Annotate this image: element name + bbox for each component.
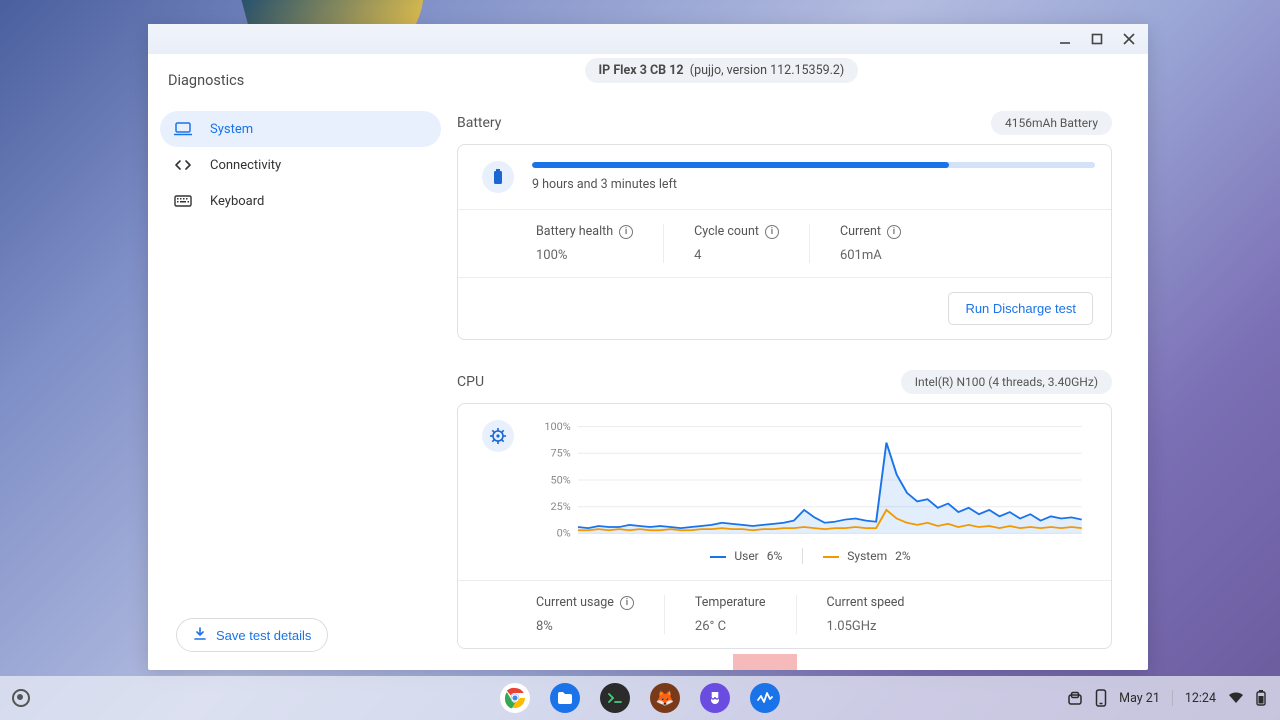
battery-icon: [482, 161, 514, 193]
svg-text:25%: 25%: [551, 501, 572, 513]
svg-text:100%: 100%: [544, 420, 571, 432]
cpu-usage-label: Current usage: [536, 595, 614, 610]
shelf-status-area[interactable]: May 21 12:24: [1067, 689, 1280, 707]
cpu-usage-chart: 100% 75% 50% 25% 0%: [532, 420, 1089, 540]
svg-text:0%: 0%: [557, 527, 572, 539]
download-icon: [193, 627, 207, 644]
shelf-time: 12:24: [1185, 691, 1216, 706]
app-title: Diagnostics: [168, 72, 441, 89]
cpu-chart-legend: User6% System2%: [532, 548, 1089, 564]
current-label: Current: [840, 224, 881, 239]
battery-section-title: Battery: [457, 115, 501, 131]
wifi-icon: [1228, 692, 1244, 704]
sidebar: Diagnostics System Connectivity Keyboard: [148, 54, 453, 670]
sidebar-item-connectivity[interactable]: Connectivity: [160, 147, 441, 183]
shelf-app-b[interactable]: [700, 683, 730, 713]
battery-time-left: 9 hours and 3 minutes left: [532, 177, 1095, 192]
sidebar-item-label: Keyboard: [210, 194, 264, 209]
save-button-label: Save test details: [216, 628, 311, 643]
save-test-details-button[interactable]: Save test details: [176, 618, 328, 652]
maximize-button[interactable]: [1088, 30, 1106, 48]
shelf-app-diagnostics[interactable]: [750, 683, 780, 713]
sidebar-item-label: System: [210, 122, 253, 137]
sidebar-item-label: Connectivity: [210, 158, 281, 173]
run-discharge-test-button[interactable]: Run Discharge test: [948, 292, 1093, 325]
device-chip: IP Flex 3 CB 12 (pujjo, version 112.1535…: [585, 58, 859, 83]
diagnostics-window: Diagnostics System Connectivity Keyboard: [148, 24, 1148, 670]
phone-icon[interactable]: [1095, 689, 1107, 707]
cycle-count-value: 4: [694, 248, 779, 263]
laptop-icon: [174, 122, 192, 136]
shelf-app-a[interactable]: 🦊: [650, 683, 680, 713]
main-content: IP Flex 3 CB 12 (pujjo, version 112.1535…: [453, 54, 1148, 670]
battery-health-value: 100%: [536, 248, 633, 263]
cpu-speed-value: 1.05GHz: [827, 619, 905, 634]
shelf-date: May 21: [1119, 691, 1160, 706]
svg-text:75%: 75%: [551, 447, 572, 459]
tote-icon[interactable]: [1067, 690, 1083, 706]
cpu-temp-value: 26° C: [695, 619, 766, 634]
shelf: 🦊 May 21 12:24: [0, 676, 1280, 720]
close-button[interactable]: [1120, 30, 1138, 48]
cpu-chip: Intel(R) N100 (4 threads, 3.40GHz): [901, 370, 1112, 394]
cycle-count-label: Cycle count: [694, 224, 759, 239]
cpu-icon: [482, 420, 514, 452]
info-icon[interactable]: i: [765, 225, 779, 239]
minimize-button[interactable]: [1056, 30, 1074, 48]
svg-text:50%: 50%: [551, 474, 572, 486]
cpu-section-title: CPU: [457, 374, 484, 390]
info-icon[interactable]: i: [887, 225, 901, 239]
cpu-temp-label: Temperature: [695, 595, 766, 610]
current-value: 601mA: [840, 248, 901, 263]
artifact: [733, 654, 797, 670]
info-icon[interactable]: i: [620, 596, 634, 610]
battery-progress: [532, 162, 1095, 168]
battery-card: 9 hours and 3 minutes left Battery healt…: [457, 144, 1112, 340]
sidebar-item-keyboard[interactable]: Keyboard: [160, 183, 441, 219]
shelf-app-chrome[interactable]: [500, 683, 530, 713]
launcher-button[interactable]: [12, 689, 30, 707]
battery-health-label: Battery health: [536, 224, 613, 239]
shelf-apps: 🦊: [500, 683, 780, 713]
network-icon: [174, 159, 192, 171]
cpu-usage-value: 8%: [536, 619, 634, 634]
cpu-card: 100% 75% 50% 25% 0% User6% System2% Current …: [457, 403, 1112, 649]
battery-capacity-chip: 4156mAh Battery: [991, 111, 1112, 135]
keyboard-icon: [174, 195, 192, 207]
shelf-app-files[interactable]: [550, 683, 580, 713]
window-titlebar: [148, 24, 1148, 54]
shelf-app-terminal[interactable]: [600, 683, 630, 713]
info-icon[interactable]: i: [619, 225, 633, 239]
cpu-speed-label: Current speed: [827, 595, 905, 610]
battery-status-icon: [1256, 690, 1266, 706]
sidebar-item-system[interactable]: System: [160, 111, 441, 147]
